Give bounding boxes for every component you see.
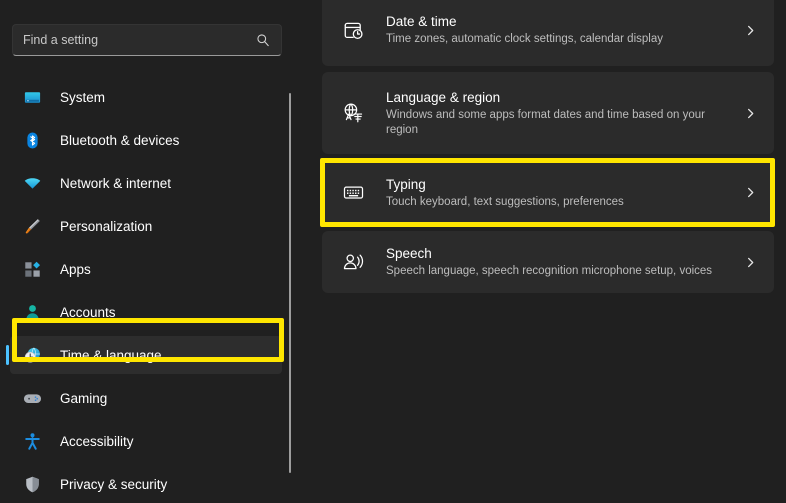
sidebar-item-accounts[interactable]: Accounts (10, 293, 282, 331)
sidebar-item-system[interactable]: System (10, 78, 282, 116)
card-typing[interactable]: Typing Touch keyboard, text suggestions,… (322, 162, 774, 223)
sidebar-item-label: Personalization (60, 219, 152, 234)
search-box[interactable] (12, 24, 282, 56)
search-icon[interactable] (255, 32, 271, 48)
sidebar-item-privacy-security[interactable]: Privacy & security (10, 465, 282, 503)
bluetooth-icon (22, 130, 42, 150)
card-title: Typing (386, 176, 732, 193)
sidebar-item-label: Gaming (60, 391, 107, 406)
card-title: Speech (386, 245, 732, 262)
sidebar-item-label: System (60, 90, 105, 105)
accessibility-icon (22, 431, 42, 451)
sidebar-nav-list: System Bluetooth & devices (0, 78, 292, 503)
sidebar-item-label: Network & internet (60, 176, 171, 191)
sidebar-item-label: Bluetooth & devices (60, 133, 179, 148)
chevron-right-icon[interactable] (740, 183, 760, 203)
settings-window: System Bluetooth & devices (0, 0, 786, 503)
sidebar: System Bluetooth & devices (0, 0, 292, 503)
card-text: Date & time Time zones, automatic clock … (386, 13, 732, 47)
sidebar-item-gaming[interactable]: Gaming (10, 379, 282, 417)
apps-grid-icon (22, 259, 42, 279)
person-icon (22, 302, 42, 322)
sidebar-item-label: Time & language (60, 348, 162, 363)
speech-person-icon (340, 249, 366, 275)
shield-icon (22, 474, 42, 494)
gamepad-icon (22, 388, 42, 408)
main-content: Date & time Time zones, automatic clock … (292, 0, 786, 503)
sidebar-item-label: Apps (60, 262, 91, 277)
sidebar-item-label: Privacy & security (60, 477, 167, 492)
sidebar-item-accessibility[interactable]: Accessibility (10, 422, 282, 460)
chevron-right-icon[interactable] (740, 103, 760, 123)
clock-globe-icon (22, 345, 42, 365)
monitor-icon (22, 87, 42, 107)
card-title: Language & region (386, 89, 732, 106)
card-title: Date & time (386, 13, 732, 30)
sidebar-item-apps[interactable]: Apps (10, 250, 282, 288)
card-speech[interactable]: Speech Speech language, speech recogniti… (322, 231, 774, 293)
card-text: Typing Touch keyboard, text suggestions,… (386, 176, 732, 210)
card-subtitle: Speech language, speech recognition micr… (386, 264, 732, 279)
sidebar-item-personalization[interactable]: Personalization (10, 207, 282, 245)
card-subtitle: Touch keyboard, text suggestions, prefer… (386, 195, 732, 210)
sidebar-item-bluetooth-devices[interactable]: Bluetooth & devices (10, 121, 282, 159)
sidebar-scrollbar[interactable] (289, 93, 291, 473)
globe-language-icon (340, 100, 366, 126)
chevron-right-icon[interactable] (740, 252, 760, 272)
paintbrush-icon (22, 216, 42, 236)
calendar-clock-icon (340, 17, 366, 43)
chevron-right-icon[interactable] (740, 20, 760, 40)
sidebar-item-label: Accounts (60, 305, 116, 320)
sidebar-item-time-language[interactable]: Time & language (10, 336, 282, 374)
card-subtitle: Time zones, automatic clock settings, ca… (386, 32, 732, 47)
card-date-time[interactable]: Date & time Time zones, automatic clock … (322, 0, 774, 66)
sidebar-item-network-internet[interactable]: Network & internet (10, 164, 282, 202)
card-text: Language & region Windows and some apps … (386, 89, 732, 138)
card-text: Speech Speech language, speech recogniti… (386, 245, 732, 279)
search-input[interactable] (23, 33, 255, 47)
wifi-icon (22, 173, 42, 193)
card-subtitle: Windows and some apps format dates and t… (386, 108, 732, 138)
sidebar-item-label: Accessibility (60, 434, 134, 449)
card-language-region[interactable]: Language & region Windows and some apps … (322, 72, 774, 154)
keyboard-icon (340, 180, 366, 206)
